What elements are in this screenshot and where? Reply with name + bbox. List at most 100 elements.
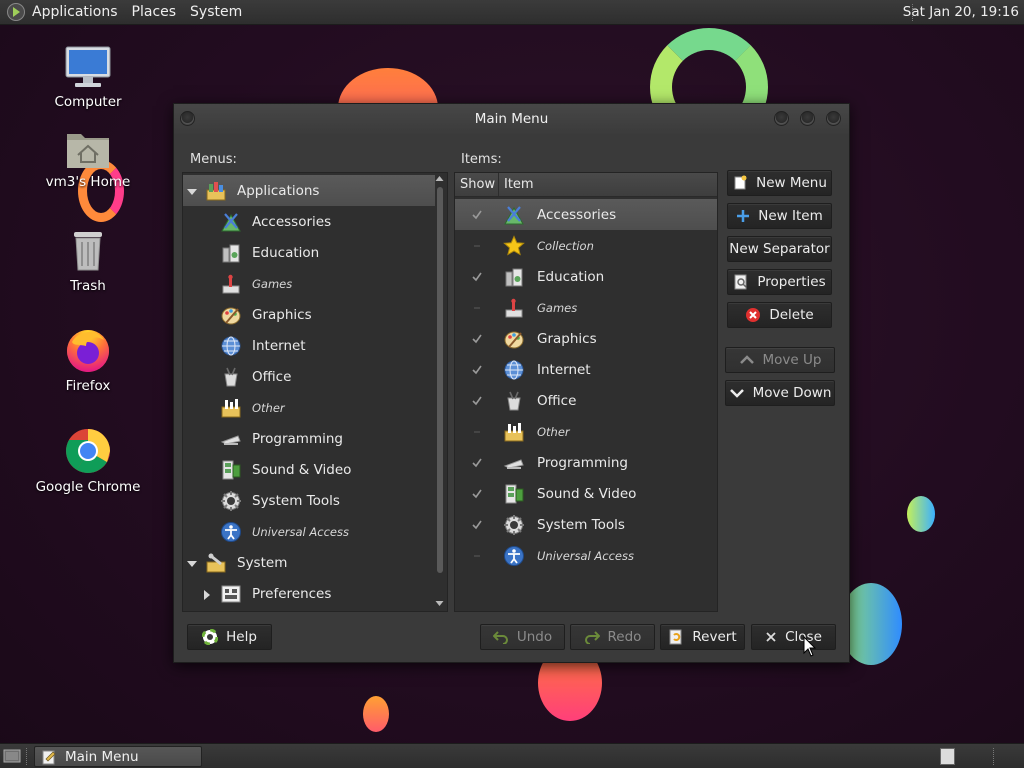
menu-tree-row[interactable]: Accessories	[183, 206, 435, 237]
menu-tree-label: Office	[252, 368, 292, 385]
show-checkbox-checked[interactable]	[471, 488, 483, 500]
expander-expanded-icon[interactable]	[187, 186, 197, 196]
expander-collapsed-icon[interactable]	[202, 589, 212, 600]
main-menu-app-icon	[42, 750, 56, 764]
move-down-button[interactable]: Move Down	[725, 380, 835, 406]
system-menu[interactable]: System	[190, 4, 250, 20]
show-checkbox-checked[interactable]	[471, 364, 483, 376]
clock[interactable]: Sat Jan 20, 19:16	[903, 4, 1019, 20]
preferences-icon	[220, 583, 242, 605]
item-row[interactable]: Games	[455, 292, 717, 323]
menu-tree-row[interactable]: Graphics	[183, 299, 435, 330]
other-icon	[220, 397, 242, 419]
other-icon	[503, 421, 525, 443]
item-row[interactable]: System Tools	[455, 509, 717, 540]
delete-button[interactable]: Delete	[727, 302, 832, 328]
menu-tree-row[interactable]: Preferences	[183, 578, 435, 609]
new-menu-button[interactable]: New Menu	[727, 170, 832, 196]
show-checkbox-unchecked[interactable]	[471, 302, 483, 314]
item-label: System Tools	[537, 516, 625, 533]
education-icon	[220, 242, 242, 264]
firefox-icon	[67, 330, 109, 372]
chrome-icon	[66, 429, 110, 473]
add-icon	[737, 210, 750, 222]
window-menu-button[interactable]	[180, 111, 195, 126]
show-checkbox-unchecked[interactable]	[471, 240, 483, 252]
menu-tree-row[interactable]: Sound & Video	[183, 454, 435, 485]
bg-shape-teal-small	[907, 496, 935, 532]
item-row[interactable]: Accessories	[455, 199, 717, 230]
item-row[interactable]: Education	[455, 261, 717, 292]
maximize-button[interactable]	[800, 111, 815, 126]
show-checkbox-checked[interactable]	[471, 271, 483, 283]
column-show[interactable]: Show	[455, 173, 499, 196]
menu-tree-row[interactable]: System Tools	[183, 485, 435, 516]
games-icon	[220, 273, 242, 295]
desktop-icon-label: Computer	[54, 94, 122, 110]
menu-tree-row[interactable]: Universal Access	[183, 516, 435, 547]
new-separator-button[interactable]: New Separator	[727, 236, 832, 262]
menus-scrollbar[interactable]	[434, 175, 445, 609]
show-checkbox-checked[interactable]	[471, 457, 483, 469]
undo-button[interactable]: Undo	[480, 624, 565, 650]
arrow-down-icon	[729, 389, 744, 398]
show-checkbox-unchecked[interactable]	[471, 550, 483, 562]
item-row[interactable]: Programming	[455, 447, 717, 478]
menu-tree-row[interactable]: Education	[183, 237, 435, 268]
menu-tree-row[interactable]: Internet	[183, 330, 435, 361]
menu-tree-row[interactable]: Office	[183, 361, 435, 392]
taskbar-button-main-menu[interactable]: Main Menu	[34, 746, 202, 767]
menu-tree-row[interactable]: Applications	[183, 175, 435, 206]
show-desktop-icon[interactable]	[3, 747, 21, 765]
accessories-icon	[220, 211, 242, 233]
menu-tree-row[interactable]: System	[183, 547, 435, 578]
desktop-icon-firefox[interactable]: Firefox	[23, 326, 153, 394]
item-row[interactable]: Graphics	[455, 323, 717, 354]
item-row[interactable]: Internet	[455, 354, 717, 385]
desktop-icon-computer[interactable]: Computer	[23, 44, 153, 110]
item-row[interactable]: Universal Access	[455, 540, 717, 571]
desktop-icon-label: Trash	[70, 278, 106, 294]
bg-shape-orange-small	[363, 696, 389, 732]
menu-tree-row[interactable]: Other	[183, 392, 435, 423]
column-item[interactable]: Item	[499, 173, 699, 196]
close-button[interactable]: Close	[751, 624, 836, 650]
item-row[interactable]: Other	[455, 416, 717, 447]
show-checkbox-checked[interactable]	[471, 395, 483, 407]
menus-tree[interactable]: Applications Accessories Education Games Gra…	[182, 172, 448, 612]
mate-logo-icon[interactable]	[6, 2, 26, 22]
applications-menu[interactable]: Applications	[32, 4, 126, 20]
desktop-icon-chrome[interactable]: Google Chrome	[23, 427, 153, 495]
item-row[interactable]: Sound & Video	[455, 478, 717, 509]
menu-tree-row[interactable]: Games	[183, 268, 435, 299]
show-checkbox-unchecked[interactable]	[471, 426, 483, 438]
desktop-icon-trash[interactable]: Trash	[23, 228, 153, 294]
desktop-icon-home[interactable]: vm3's Home	[23, 128, 153, 190]
menu-tree-row[interactable]: Programming	[183, 423, 435, 454]
redo-button[interactable]: Redo	[570, 624, 655, 650]
window-close-button[interactable]	[826, 111, 841, 126]
help-button[interactable]: Help	[187, 624, 272, 650]
workspace-switcher[interactable]	[940, 748, 955, 765]
education-icon	[503, 266, 525, 288]
show-checkbox-checked[interactable]	[471, 333, 483, 345]
show-checkbox-checked[interactable]	[471, 519, 483, 531]
minimize-button[interactable]	[774, 111, 789, 126]
places-menu[interactable]: Places	[132, 4, 185, 20]
computer-icon	[65, 46, 111, 87]
properties-button[interactable]: Properties	[727, 269, 832, 295]
item-label: Internet	[537, 361, 591, 378]
item-row[interactable]: Office	[455, 385, 717, 416]
new-item-button[interactable]: New Item	[727, 203, 832, 229]
item-row[interactable]: Collection	[455, 230, 717, 261]
move-up-button[interactable]: Move Up	[725, 347, 835, 373]
items-list[interactable]: Show Item Accessories Collection Education…	[454, 172, 718, 612]
help-icon	[202, 629, 219, 645]
menu-tree-label: System	[237, 554, 288, 571]
revert-button[interactable]: Revert	[660, 624, 745, 650]
expander-expanded-icon[interactable]	[187, 558, 197, 568]
show-checkbox-checked[interactable]	[471, 209, 483, 221]
window-titlebar[interactable]: Main Menu	[174, 104, 849, 134]
desktop-icon-label: Firefox	[65, 378, 111, 394]
games-icon	[503, 297, 525, 319]
